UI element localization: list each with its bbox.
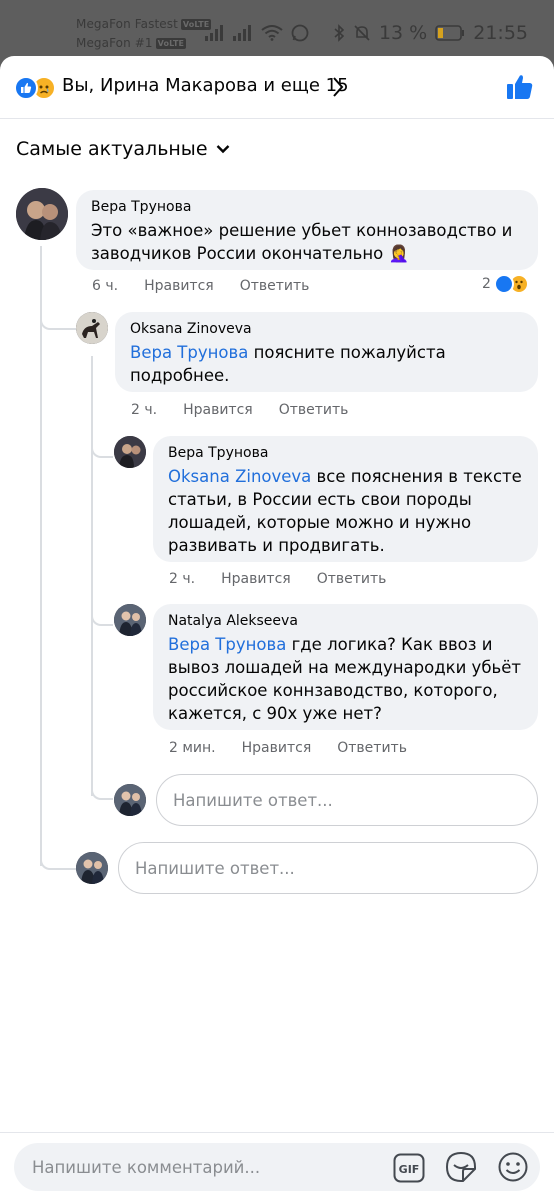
comment-time: 2 мин. (169, 740, 216, 756)
status-right: 13 % 21:55 (333, 22, 528, 44)
comment-author[interactable]: Oksana Zinoveva (130, 321, 522, 337)
like-comment-button[interactable]: Нравится (242, 740, 312, 756)
reply-placeholder: Напишите ответ... (173, 790, 333, 810)
emoji-icon[interactable] (497, 1151, 529, 1187)
signal-icon (233, 25, 251, 41)
like-icon (493, 274, 514, 294)
my-avatar (76, 852, 108, 884)
comment-text: Вера Трунова поясните пожалуйста подробн… (130, 341, 522, 387)
comment-text: Это «важное» решение убьет коннозаводств… (91, 221, 513, 263)
reply-button[interactable]: Ответить (279, 402, 349, 418)
clock: 21:55 (473, 22, 528, 44)
mention-link[interactable]: Oksana Zinoveva (168, 467, 311, 486)
gif-label: GIF (399, 1163, 420, 1176)
comment-time: 2 ч. (169, 571, 196, 587)
gif-icon[interactable]: GIF (393, 1153, 425, 1187)
like-comment-button[interactable]: Нравится (144, 278, 214, 294)
reaction-count: 2 (482, 276, 491, 292)
like-icon (14, 76, 38, 100)
sort-dropdown[interactable]: Самые актуальные (16, 138, 230, 160)
reactors-summary[interactable]: Вы, Ирина Макарова и еще 15 (62, 75, 349, 96)
carrier-2-name: MegaFon #1 (76, 36, 153, 50)
wifi-icon (261, 25, 283, 41)
chevron-down-icon (216, 145, 229, 154)
avatar[interactable] (16, 188, 68, 240)
thread-connector (91, 604, 113, 626)
volte-badge: VoLTE (155, 38, 187, 49)
thread-connector (91, 778, 113, 800)
like-comment-button[interactable]: Нравится (183, 402, 253, 418)
my-avatar (114, 784, 146, 816)
sticker-icon[interactable] (445, 1151, 477, 1187)
battery-icon (435, 25, 465, 41)
comment-bubble[interactable]: Вера Трунова Это «важное» решение убьет … (76, 190, 538, 270)
comment-actions: 2 ч. Нравится Ответить (131, 402, 348, 418)
comment-reactions[interactable]: 2 (482, 274, 529, 294)
comments-sheet: Вы, Ирина Макарова и еще 15 Самые актуал… (0, 56, 554, 1200)
thread-line (91, 356, 93, 796)
thread-line (40, 246, 42, 866)
avatar[interactable] (76, 312, 108, 344)
reply-button[interactable]: Ответить (337, 740, 407, 756)
comment-bubble[interactable]: Natalya Alekseeva Вера Трунова где логик… (153, 604, 538, 730)
avatar[interactable] (114, 436, 146, 468)
reply-placeholder: Напишите ответ... (135, 858, 295, 878)
signal-icon (205, 25, 223, 41)
comment-actions: 2 мин. Нравится Ответить (169, 740, 407, 756)
reactions-header[interactable]: Вы, Ирина Макарова и еще 15 (0, 56, 554, 119)
comment-time: 2 ч. (131, 402, 158, 418)
comment-author[interactable]: Natalya Alekseeva (168, 613, 522, 629)
comment-composer-bar: Напишите комментарий... GIF (0, 1132, 554, 1200)
comment-bubble[interactable]: Вера Трунова Oksana Zinoveva все пояснен… (153, 436, 538, 562)
comment-actions: 2 ч. Нравится Ответить (169, 571, 386, 587)
status-bar: MegaFon Fastest VoLTE MegaFon #1 VoLTE 13 … (0, 0, 554, 58)
mute-icon (354, 25, 370, 41)
comment-actions: 6 ч. Нравится Ответить (92, 278, 309, 294)
comment-author[interactable]: Вера Трунова (168, 445, 522, 461)
carrier-2: MegaFon #1 VoLTE (76, 36, 187, 50)
comment-author[interactable]: Вера Трунова (91, 199, 522, 215)
whatsapp-icon (291, 24, 309, 42)
sort-label: Самые актуальные (16, 138, 208, 160)
battery-percent: 13 % (378, 22, 428, 44)
comment-text: Oksana Zinoveva все пояснения в тексте с… (168, 465, 522, 557)
comment-text: Вера Трунова где логика? Как ввоз и выво… (168, 633, 522, 725)
comment-time: 6 ч. (92, 278, 119, 294)
reaction-icons (14, 76, 58, 100)
mention-link[interactable]: Вера Трунова (130, 343, 248, 362)
carrier-1: MegaFon Fastest VoLTE (76, 17, 212, 31)
comment-bubble[interactable]: Oksana Zinoveva Вера Трунова поясните по… (115, 312, 538, 392)
reply-input[interactable]: Напишите ответ... (118, 842, 538, 894)
comment-placeholder: Напишите комментарий... (32, 1157, 261, 1177)
carrier-1-name: MegaFon Fastest (76, 17, 178, 31)
mention-link[interactable]: Вера Трунова (168, 635, 286, 654)
thread-connector (40, 306, 76, 330)
like-page-icon[interactable] (506, 73, 534, 101)
thread-connector (40, 846, 76, 870)
like-comment-button[interactable]: Нравится (221, 571, 291, 587)
reply-button[interactable]: Ответить (317, 571, 387, 587)
chevron-right-icon[interactable] (330, 76, 346, 98)
reply-input[interactable]: Напишите ответ... (156, 774, 538, 826)
thread-connector (91, 436, 113, 458)
bluetooth-icon (334, 24, 345, 42)
avatar[interactable] (114, 604, 146, 636)
reply-button[interactable]: Ответить (240, 278, 310, 294)
network-icons (205, 24, 309, 42)
